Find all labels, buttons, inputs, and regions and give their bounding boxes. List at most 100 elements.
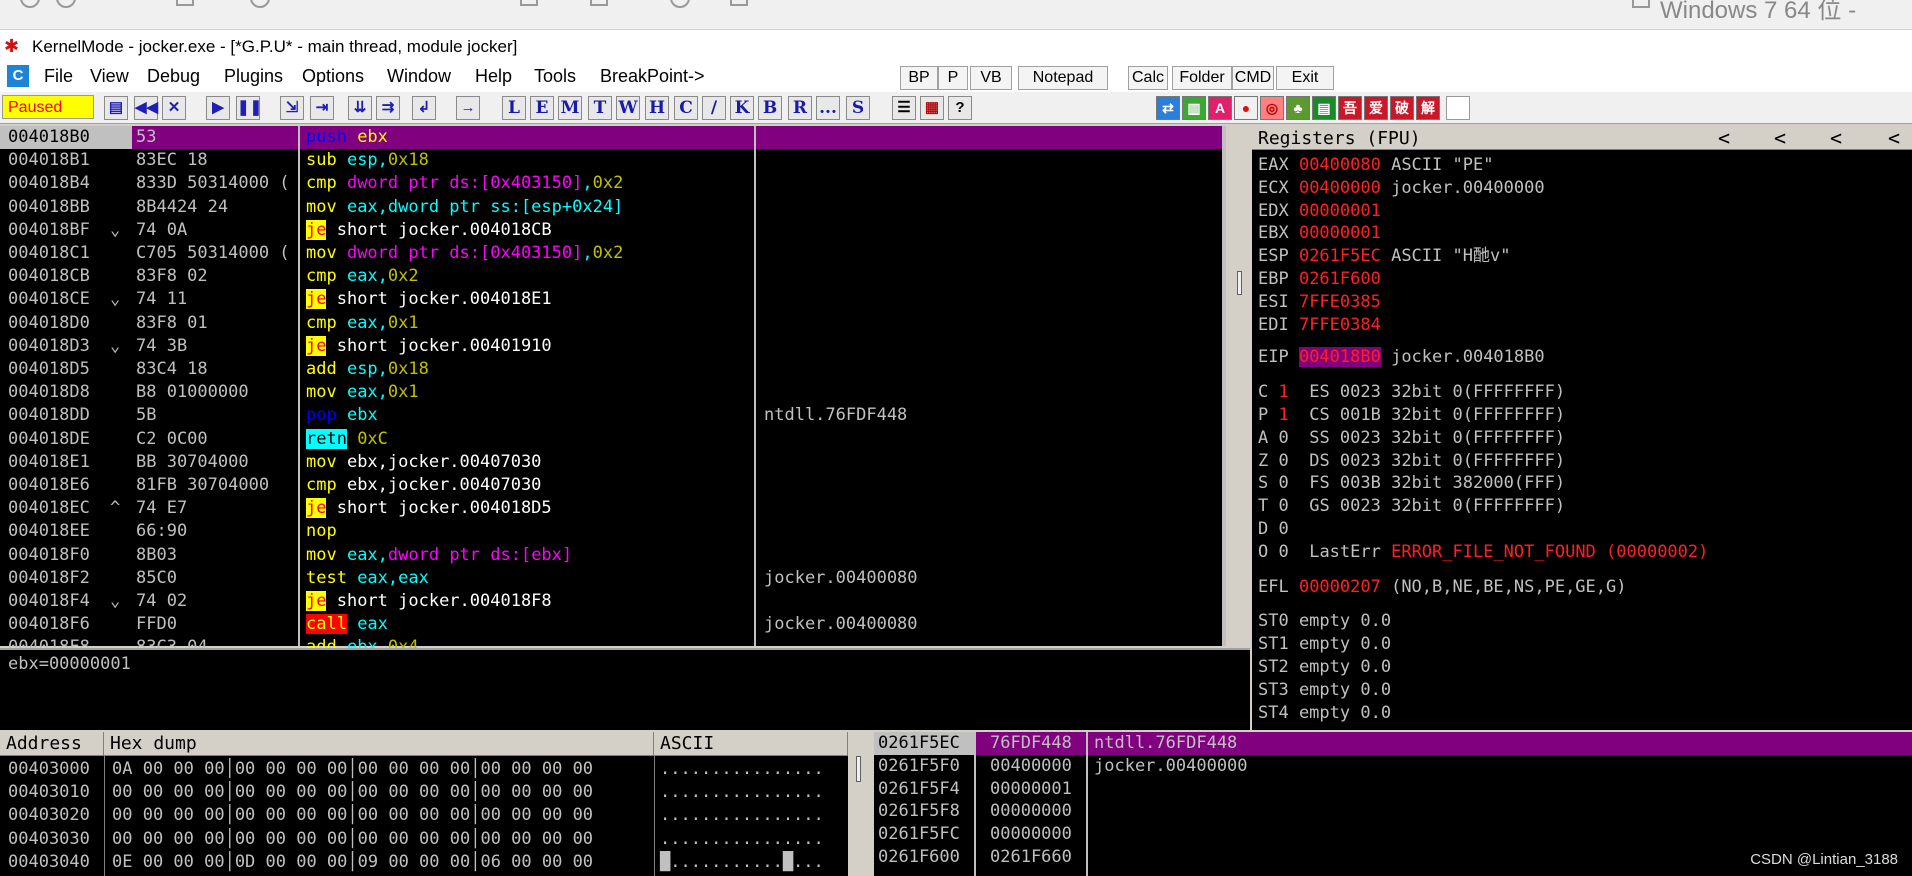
menu-debug[interactable]: Debug: [147, 66, 200, 87]
log-window-button[interactable]: L: [502, 96, 526, 120]
dump-row[interactable]: 00403030 00 00 00 00│00 00 00 00│00 00 00…: [0, 828, 848, 851]
calc-button[interactable]: Calc: [1128, 66, 1168, 90]
registers-pane[interactable]: Registers (FPU) < < < < EAX 00400080 ASC…: [1252, 126, 1912, 730]
breakpoints-window-button[interactable]: B: [758, 96, 782, 120]
step-into-icon[interactable]: ⇲: [280, 96, 304, 120]
stack-row[interactable]: 0261F5F0 00400000 jocker.00400000: [874, 755, 1912, 778]
dump-stack-splitter[interactable]: [848, 732, 874, 876]
disasm-row[interactable]: 004018D0 83F8 01 cmp eax,0x1: [0, 312, 1226, 335]
bp-button[interactable]: BP: [900, 66, 938, 90]
record-icon[interactable]: ●: [1234, 96, 1258, 120]
register-line[interactable]: A 0 SS 0023 32bit 0(FFFFFFFF): [1258, 427, 1565, 450]
register-line[interactable]: Z 0 DS 0023 32bit 0(FFFFFFFF): [1258, 450, 1565, 473]
windows-window-button[interactable]: W: [616, 96, 640, 120]
disasm-row[interactable]: 004018D5 83C4 18 add esp,0x18: [0, 358, 1226, 381]
disasm-row[interactable]: 004018F2 85C0 test eax,eax jocker.00400080: [0, 567, 1226, 590]
mdi-window-icon[interactable]: C: [7, 65, 29, 87]
registers-prev-arrow-icon[interactable]: <: [1718, 126, 1730, 150]
menu-breakpoint[interactable]: BreakPoint->: [600, 66, 705, 87]
folder-button[interactable]: Folder: [1172, 66, 1232, 90]
p-button[interactable]: P: [938, 66, 968, 90]
pause-icon[interactable]: ❚❚: [236, 96, 262, 120]
restart-icon[interactable]: ◀◀: [134, 96, 158, 120]
cmd-button[interactable]: CMD: [1232, 66, 1274, 90]
references-window-button[interactable]: R: [788, 96, 812, 120]
register-line[interactable]: ST2 empty 0.0: [1258, 656, 1391, 679]
dump-row[interactable]: 00403010 00 00 00 00│00 00 00 00│00 00 00…: [0, 781, 848, 804]
registers-prev-arrow-icon[interactable]: <: [1888, 126, 1900, 150]
plugin-grid-icon[interactable]: ▤: [1312, 96, 1336, 120]
register-line[interactable]: EFL 00000207 (NO,B,NE,BE,NS,PE,GE,G): [1258, 576, 1626, 599]
trace-into-icon[interactable]: ⇊: [348, 96, 372, 120]
refresh-plugin-icon[interactable]: ⇄: [1156, 96, 1180, 120]
register-line[interactable]: ST3 empty 0.0: [1258, 679, 1391, 702]
disasm-row[interactable]: 004018CB 83F8 02 cmp eax,0x2: [0, 265, 1226, 288]
plugin-ai-icon[interactable]: 爱: [1364, 96, 1388, 120]
execute-till-return-icon[interactable]: ↲: [412, 96, 436, 120]
disassembly-pane[interactable]: 004018B0 53 push ebx 004018B1 83EC 18 sub esp…: [0, 126, 1226, 657]
run-trace-window-button[interactable]: ...: [816, 96, 840, 120]
help-icon[interactable]: ?: [948, 96, 972, 120]
register-line[interactable]: ST1 empty 0.0: [1258, 633, 1391, 656]
register-line[interactable]: EBP 0261F600: [1258, 268, 1381, 291]
menu-tools[interactable]: Tools: [534, 66, 576, 87]
menu-file[interactable]: File: [44, 66, 73, 87]
disasm-row[interactable]: 004018C1 C705 50314000 (mov dword ptr ds:…: [0, 242, 1226, 265]
trace-over-icon[interactable]: ⇉: [376, 96, 400, 120]
stack-row[interactable]: 0261F5EC 76FDF448 ntdll.76FDF448: [874, 732, 1912, 755]
register-line[interactable]: EIP 004018B0 jocker.004018B0: [1258, 346, 1545, 369]
handles-window-button[interactable]: H: [645, 96, 669, 120]
disasm-row[interactable]: 004018EE 66:90 nop: [0, 520, 1226, 543]
plugin-wu-icon[interactable]: 吾: [1338, 96, 1362, 120]
register-line[interactable]: S 0 FS 003B 32bit 382000(FFF): [1258, 472, 1565, 495]
plugin-a-icon[interactable]: A: [1208, 96, 1232, 120]
stack-row[interactable]: 0261F5FC 00000000: [874, 823, 1912, 846]
plugin-green-icon[interactable]: ▥: [1182, 96, 1206, 120]
register-line[interactable]: T 0 GS 0023 32bit 0(FFFFFFFF): [1258, 495, 1565, 518]
register-line[interactable]: EDX 00000001: [1258, 200, 1381, 223]
registers-header[interactable]: Registers (FPU) < < < <: [1252, 126, 1912, 150]
plugin-tree-icon[interactable]: ♣: [1286, 96, 1310, 120]
menu-window[interactable]: Window: [387, 66, 451, 87]
hex-dump-pane[interactable]: Address Hex dump ASCII 00403000 0A 00 00 …: [0, 732, 872, 876]
disasm-row[interactable]: 004018DD 5B pop ebx ntdll.76FDF448: [0, 404, 1226, 427]
disasm-row[interactable]: 004018E6 81FB 30704000 cmp ebx,jocker.0040…: [0, 474, 1226, 497]
registers-prev-arrow-icon[interactable]: <: [1830, 126, 1842, 150]
blank-plugin-icon[interactable]: [1446, 96, 1470, 120]
grid-icon[interactable]: ▦: [920, 96, 944, 120]
disasm-row[interactable]: 004018CE ⌄ 74 11 je short jocker.004018E1: [0, 288, 1226, 311]
memory-window-button[interactable]: M: [558, 96, 582, 120]
vertical-splitter[interactable]: [1228, 126, 1252, 730]
disasm-row[interactable]: 004018F6 FFD0 call eax jocker.00400080: [0, 613, 1226, 636]
plugin-jie-icon[interactable]: 解: [1416, 96, 1440, 120]
step-over-icon[interactable]: ⇥: [310, 96, 334, 120]
disasm-row[interactable]: 004018B0 53 push ebx: [0, 126, 1226, 149]
stack-row[interactable]: 0261F5F4 00000001: [874, 778, 1912, 801]
dump-row[interactable]: 00403020 00 00 00 00│00 00 00 00│00 00 00…: [0, 804, 848, 827]
disasm-row[interactable]: 004018B4 833D 50314000 (cmp dword ptr ds:…: [0, 172, 1226, 195]
disasm-row[interactable]: 004018EC ^ 74 E7 je short jocker.004018D5: [0, 497, 1226, 520]
exit-button[interactable]: Exit: [1276, 66, 1334, 90]
dump-row[interactable]: 00403000 0A 00 00 00│00 00 00 00│00 00 00…: [0, 758, 848, 781]
register-line[interactable]: ST4 empty 0.0: [1258, 702, 1391, 725]
list-icon[interactable]: ☰: [892, 96, 916, 120]
register-line[interactable]: EBX 00000001: [1258, 222, 1381, 245]
callstack-window-button[interactable]: K: [730, 96, 754, 120]
register-line[interactable]: C 1 ES 0023 32bit 0(FFFFFFFF): [1258, 381, 1565, 404]
register-line[interactable]: P 1 CS 001B 32bit 0(FFFFFFFF): [1258, 404, 1565, 427]
source-window-button[interactable]: S: [846, 96, 870, 120]
modules-window-button[interactable]: E: [530, 96, 554, 120]
register-line[interactable]: EAX 00400080 ASCII "PE": [1258, 154, 1493, 177]
disasm-row[interactable]: 004018F0 8B03 mov eax,dword ptr ds:[ebx]: [0, 544, 1226, 567]
plugin-po-icon[interactable]: 破: [1390, 96, 1414, 120]
disasm-row[interactable]: 004018BF ⌄ 74 0A je short jocker.004018CB: [0, 219, 1226, 242]
disasm-row[interactable]: 004018D3 ⌄ 74 3B je short jocker.00401910: [0, 335, 1226, 358]
dump-row[interactable]: 00403040 0E 00 00 00│0D 00 00 00│09 00 00…: [0, 851, 848, 874]
register-line[interactable]: O 0 LastErr ERROR_FILE_NOT_FOUND (000000…: [1258, 541, 1708, 564]
menu-options[interactable]: Options: [302, 66, 364, 87]
register-line[interactable]: ESP 0261F5EC ASCII "H酏v": [1258, 245, 1510, 268]
dump-ascii-header[interactable]: ASCII: [654, 732, 848, 756]
menu-help[interactable]: Help: [475, 66, 512, 87]
disasm-row[interactable]: 004018B1 83EC 18 sub esp,0x18: [0, 149, 1226, 172]
vb-button[interactable]: VB: [970, 66, 1012, 90]
